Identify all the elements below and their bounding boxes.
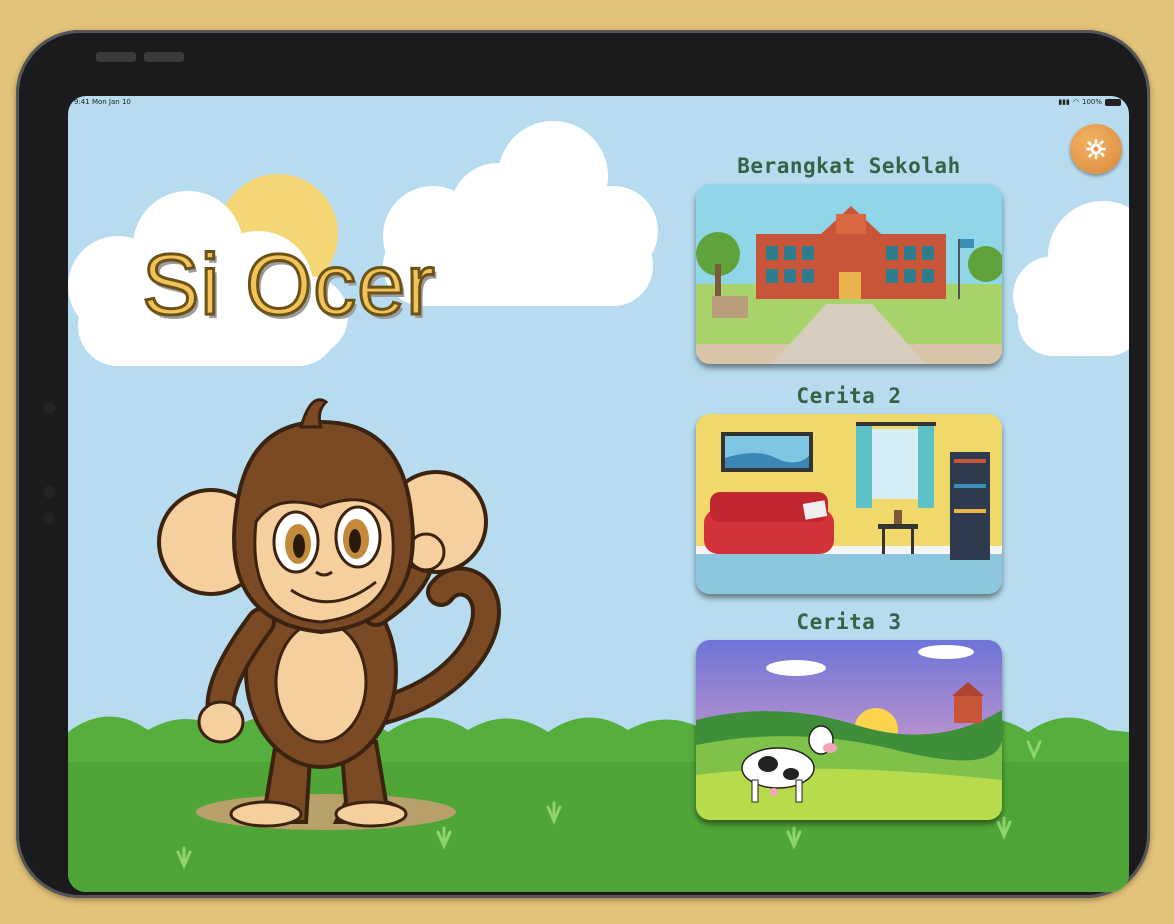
battery-icon	[1105, 98, 1121, 106]
school-scene-image	[696, 184, 1002, 364]
sensor-icon	[43, 486, 55, 498]
story-title: Cerita 3	[796, 610, 902, 634]
battery-percent: 100%	[1081, 98, 1102, 106]
story-title: Cerita 2	[796, 384, 902, 408]
story-card-cerita-3[interactable]: Cerita 3	[696, 610, 1002, 820]
monkey-mascot-illustration	[157, 398, 502, 830]
story-title: Berangkat Sekolah	[737, 154, 961, 178]
story-card-berangkat-sekolah[interactable]: Berangkat Sekolah	[696, 154, 1002, 364]
story-card-cerita-2[interactable]: Cerita 2	[696, 384, 1002, 594]
living-room-scene-image	[696, 414, 1002, 594]
status-time: 9:41 Mon Jan 10	[74, 98, 131, 106]
camera-icon	[43, 402, 55, 414]
tablet-device-frame: 9:41 Mon Jan 10 ▮▮▮ ◠ 100% Si Ocer Beran…	[16, 30, 1150, 898]
signal-icon: ▮▮▮	[1058, 98, 1070, 106]
volume-button	[96, 52, 136, 62]
settings-button[interactable]	[1070, 124, 1122, 174]
gear-icon	[1085, 138, 1107, 160]
story-thumbnail-farm[interactable]	[696, 640, 1002, 820]
status-icons: ▮▮▮ ◠ 100%	[1058, 98, 1121, 106]
wifi-icon: ◠	[1072, 98, 1079, 106]
sensor-icon	[43, 512, 55, 524]
story-thumbnail-living-room[interactable]	[696, 414, 1002, 594]
cloud	[1013, 201, 1129, 356]
app-screen: 9:41 Mon Jan 10 ▮▮▮ ◠ 100% Si Ocer Beran…	[68, 96, 1129, 892]
farm-cow-scene-image	[696, 640, 1002, 820]
status-bar: 9:41 Mon Jan 10 ▮▮▮ ◠ 100%	[68, 96, 1129, 112]
story-thumbnail-school[interactable]	[696, 184, 1002, 364]
volume-button	[144, 52, 184, 62]
app-title: Si Ocer	[141, 236, 437, 335]
